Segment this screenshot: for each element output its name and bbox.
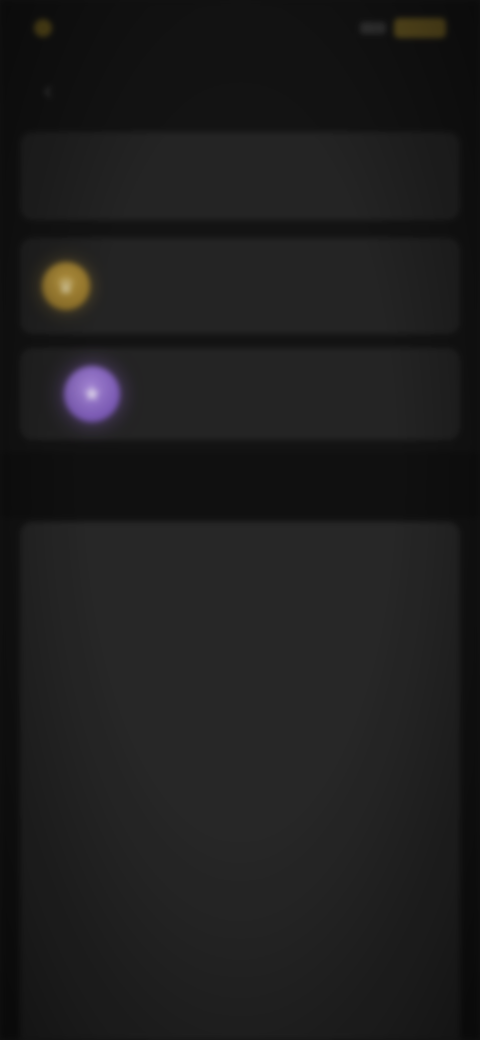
signal-icon — [360, 22, 386, 34]
settings-screen: ‹ ♛ ★ — [0, 0, 480, 1040]
settings-item-6[interactable] — [42, 858, 438, 898]
star-badge-icon: ★ — [64, 366, 120, 422]
notification-icon — [34, 19, 52, 37]
badge-card[interactable]: ★ — [20, 348, 460, 440]
settings-item-3[interactable] — [42, 666, 438, 706]
membership-card[interactable]: ♛ — [20, 238, 460, 334]
crown-icon: ♛ — [42, 262, 90, 310]
settings-item-2[interactable] — [42, 602, 438, 642]
chevron-left-icon: ‹ — [43, 74, 53, 105]
settings-item-5[interactable] — [42, 794, 438, 834]
battery-icon — [394, 18, 446, 38]
settings-item-7[interactable] — [42, 922, 438, 962]
settings-list — [20, 522, 460, 1040]
app-header: ‹ — [0, 60, 480, 120]
account-card[interactable] — [20, 132, 460, 220]
status-bar — [0, 0, 480, 56]
status-right — [360, 18, 446, 38]
status-left — [34, 19, 62, 37]
section-divider — [0, 452, 480, 518]
back-button[interactable]: ‹ — [30, 72, 66, 108]
settings-item-4[interactable] — [42, 730, 438, 770]
settings-item-8[interactable] — [42, 986, 438, 1026]
settings-item-1[interactable] — [42, 538, 438, 578]
